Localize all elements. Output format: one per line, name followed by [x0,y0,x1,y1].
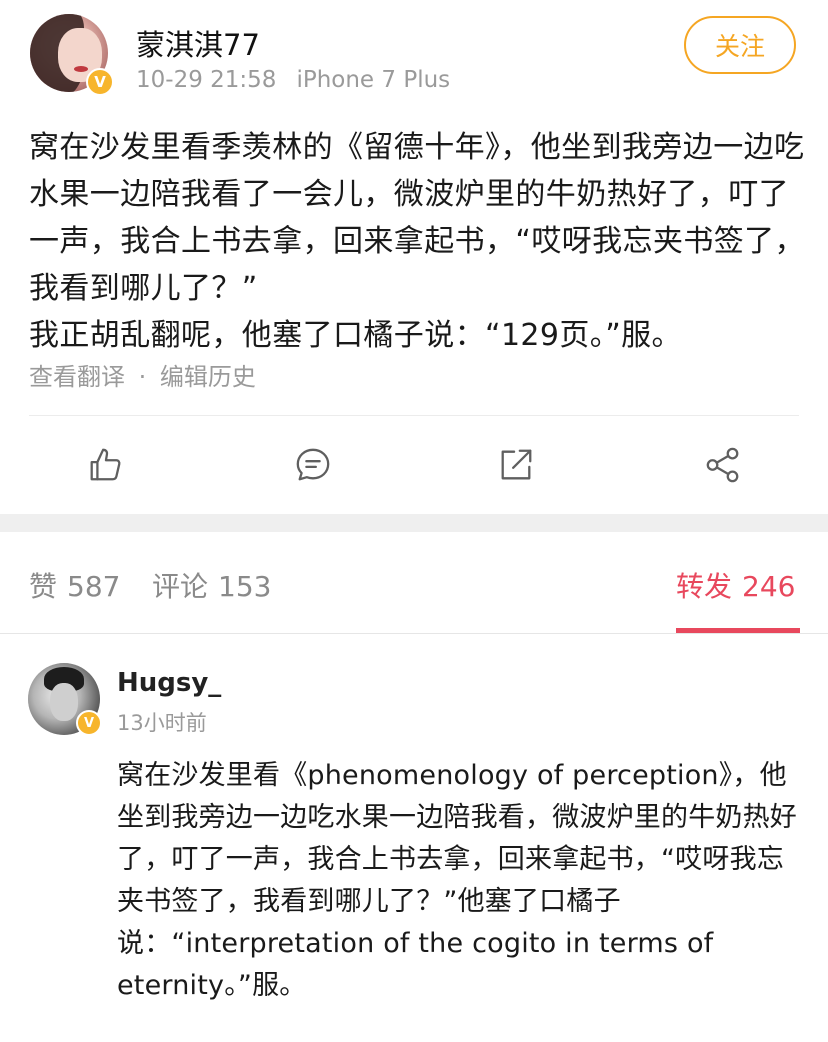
tab-label: 评论 [152,570,209,603]
post-meta: 10-29 21:58 iPhone 7 Plus [136,67,450,93]
author-name[interactable]: 蒙淇淇77 [136,22,260,64]
translate-link[interactable]: 查看翻译 [29,363,125,391]
tab-divider [0,633,828,634]
follow-button[interactable]: 关注 [684,16,796,74]
repost-time: 13小时前 [117,711,207,735]
tab-likes[interactable]: 赞 587 [29,565,120,605]
comment-button[interactable] [290,442,336,488]
post-links: 查看翻译 · 编辑历史 [29,357,256,392]
repost-button[interactable] [493,442,539,488]
section-separator [0,514,828,532]
divider [29,415,799,416]
share-button[interactable] [700,442,746,488]
post-timestamp: 10-29 21:58 [136,67,277,93]
tab-label: 转发 [676,570,733,603]
tab-count: 246 [742,570,796,603]
verified-badge-icon: V [76,710,102,736]
post-text: 窝在沙发里看季羡林的《留德十年》，他坐到我旁边一边吃水果一边陪我看了一会儿，微波… [29,124,809,359]
tab-comments[interactable]: 评论 153 [152,565,271,605]
share-icon [706,447,739,483]
verified-badge-icon: V [86,68,114,96]
comment-icon [296,448,330,481]
forward-icon [501,449,532,480]
tab-reposts[interactable]: 转发 246 [676,565,795,605]
edit-history-link[interactable]: 编辑历史 [160,363,256,391]
tab-count: 587 [67,570,121,603]
tab-count: 153 [218,570,272,603]
tab-label: 赞 [29,570,58,603]
thumbs-up-icon [90,448,121,481]
repost-author-name[interactable]: Hugsy_ [117,668,221,698]
post-device: iPhone 7 Plus [296,67,451,93]
like-button[interactable] [82,442,128,488]
post-paragraph: 我正胡乱翻呢，他塞了口橘子说：“129页。”服。 [29,318,682,353]
link-separator: · [138,363,147,391]
post-paragraph: 窝在沙发里看季羡林的《留德十年》，他坐到我旁边一边吃水果一边陪我看了一会儿，微波… [29,130,805,306]
repost-text: 窝在沙发里看《phenomenology of perception》，他坐到我… [117,760,797,1001]
